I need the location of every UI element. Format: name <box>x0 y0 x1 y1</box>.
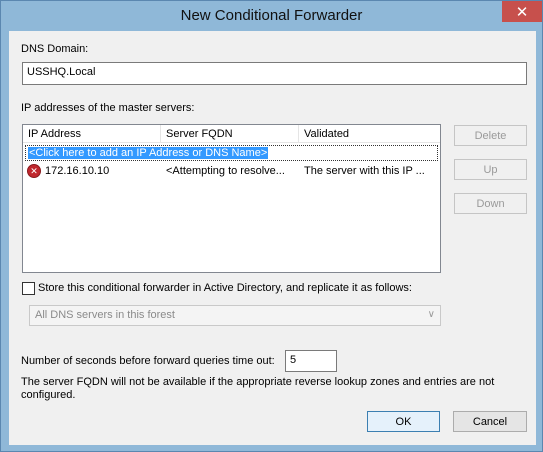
add-server-prompt: <Click here to add an IP Address or DNS … <box>28 147 269 159</box>
master-servers-label: IP addresses of the master servers: <box>21 102 195 114</box>
row-server-fqdn: <Attempting to resolve... <box>166 165 285 177</box>
ok-button[interactable]: OK <box>367 411 440 432</box>
store-in-ad-label: Store this conditional forwarder in Acti… <box>38 282 412 294</box>
replication-scope-select[interactable]: All DNS servers in this forest ∨ <box>29 305 441 326</box>
timeout-value: 5 <box>290 354 297 366</box>
down-button[interactable]: Down <box>454 193 527 214</box>
row-validated: The server with this IP ... <box>304 165 425 177</box>
add-server-row[interactable]: <Click here to add an IP Address or DNS … <box>25 145 438 161</box>
cancel-button[interactable]: Cancel <box>453 411 527 432</box>
list-header: IP Address Server FQDN Validated <box>23 125 440 143</box>
dns-domain-value: USSHQ.Local <box>27 66 96 78</box>
up-button[interactable]: Up <box>454 159 527 180</box>
error-icon: ✕ <box>27 164 41 178</box>
store-in-ad-checkbox[interactable] <box>22 282 35 295</box>
fqdn-note-line1: The server FQDN will not be available if… <box>21 376 495 388</box>
table-row[interactable]: ✕ 172.16.10.10 <Attempting to resolve...… <box>25 163 438 181</box>
cancel-button-label: Cancel <box>472 415 508 428</box>
ok-button-label: OK <box>395 415 412 428</box>
timeout-input[interactable]: 5 <box>285 350 337 372</box>
replication-scope-value: All DNS servers in this forest <box>35 309 175 321</box>
close-button[interactable]: ✕ <box>502 1 542 22</box>
up-button-label: Up <box>483 163 498 176</box>
master-servers-list[interactable]: IP Address Server FQDN Validated <Click … <box>22 124 441 273</box>
title-bar[interactable]: New Conditional Forwarder ✕ <box>1 1 542 31</box>
column-header-validated[interactable]: Validated <box>299 125 440 143</box>
chevron-down-icon: ∨ <box>427 309 435 320</box>
timeout-label: Number of seconds before forward queries… <box>21 355 275 367</box>
dns-domain-label: DNS Domain: <box>21 43 89 55</box>
row-ip-address: 172.16.10.10 <box>45 165 110 177</box>
delete-button[interactable]: Delete <box>454 125 527 146</box>
dialog-window: New Conditional Forwarder ✕ DNS Domain: … <box>0 0 543 452</box>
fqdn-note-line2: configured. <box>21 389 76 401</box>
dialog-title: New Conditional Forwarder <box>180 7 363 24</box>
close-icon: ✕ <box>515 3 529 21</box>
column-header-server-fqdn[interactable]: Server FQDN <box>161 125 299 143</box>
delete-button-label: Delete <box>474 129 507 142</box>
dialog-body: DNS Domain: USSHQ.Local IP addresses of … <box>9 31 536 445</box>
down-button-label: Down <box>476 197 505 210</box>
column-header-ip-address[interactable]: IP Address <box>23 125 161 143</box>
dns-domain-input[interactable]: USSHQ.Local <box>22 62 527 85</box>
